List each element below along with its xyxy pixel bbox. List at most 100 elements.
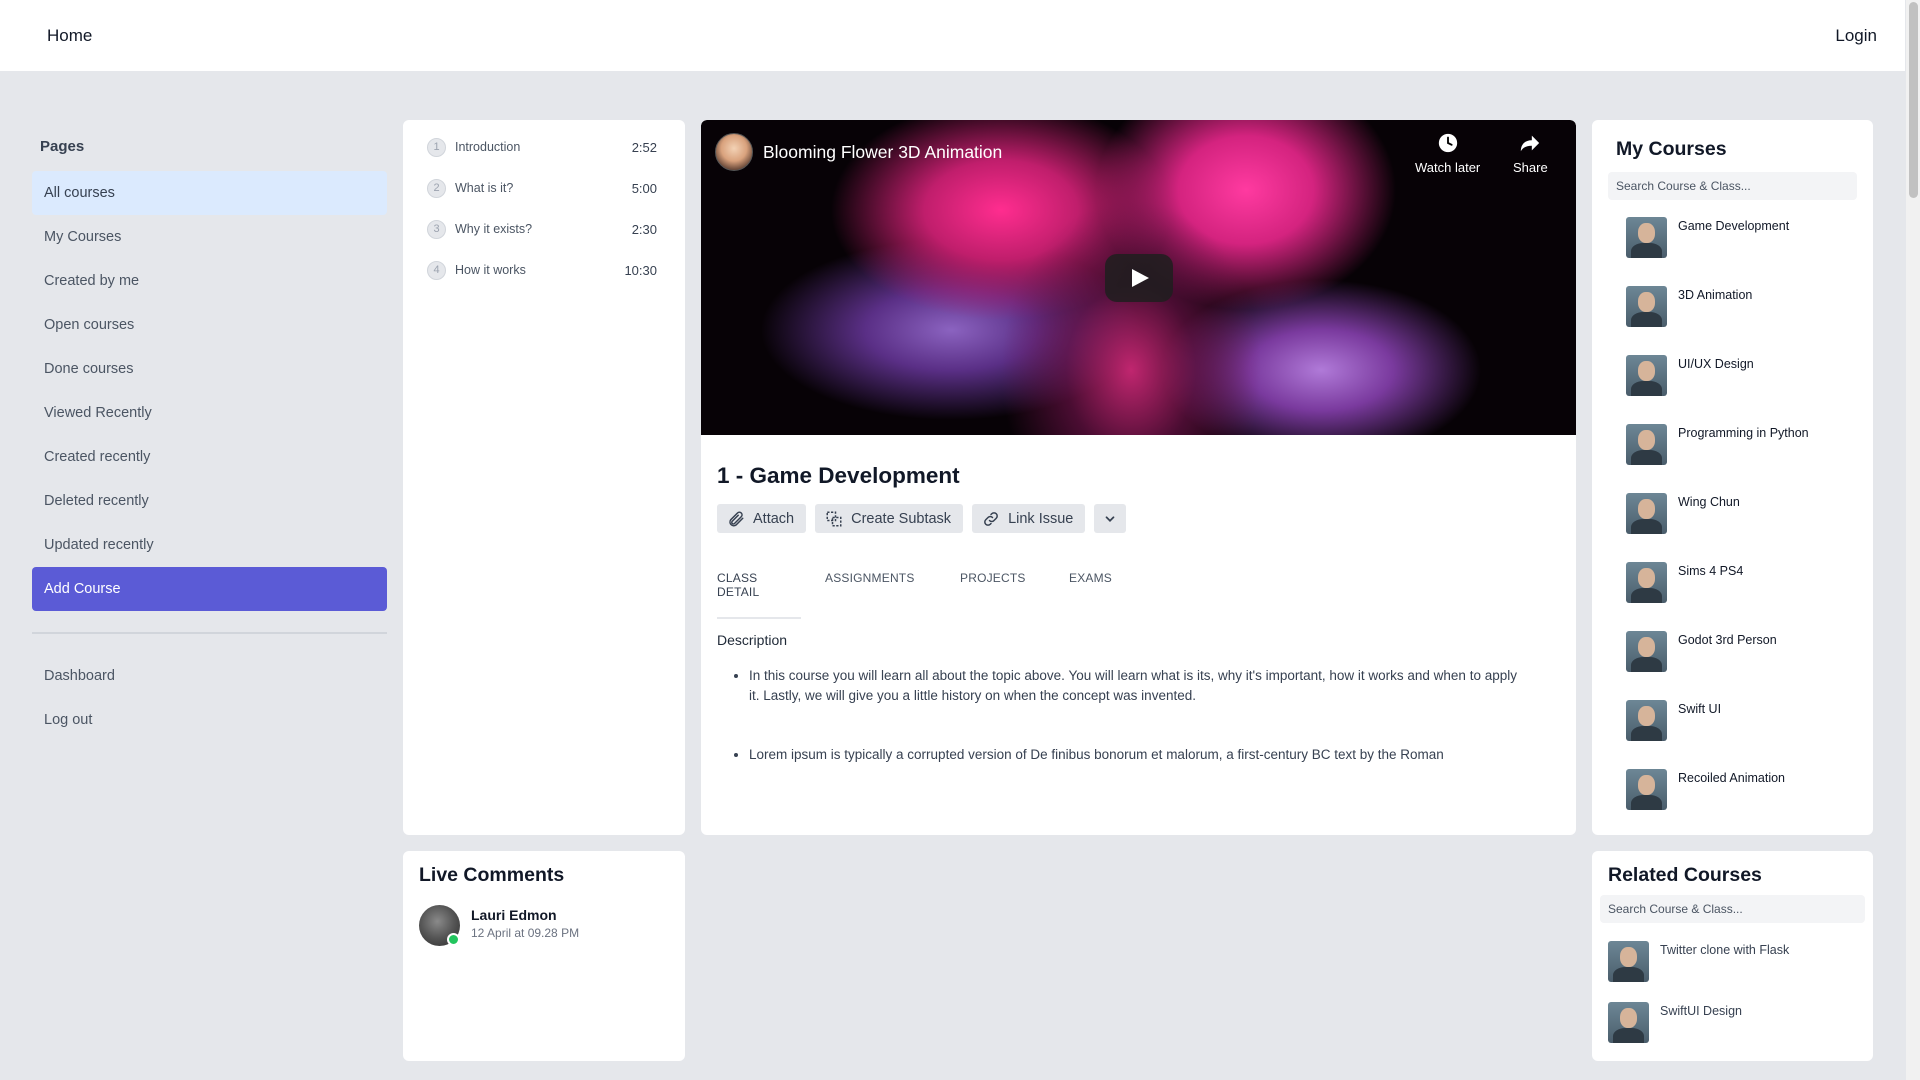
lesson-duration: 10:30 [624,263,657,278]
online-status-dot [447,933,460,946]
course-thumbnail [1626,355,1667,396]
lesson-duration: 2:52 [631,140,657,155]
clock-icon [1438,133,1457,153]
course-main-panel: Blooming Flower 3D Animation Watch later… [701,120,1576,835]
create-subtask-button[interactable]: Create Subtask [815,504,964,533]
link-icon [984,511,998,526]
lesson-title: Introduction [455,140,521,154]
lesson-title: How it works [455,263,526,277]
sidebar-item-all-courses[interactable]: All courses [32,171,387,215]
sidebar-item-created-by-me[interactable]: Created by me [32,259,387,303]
sidebar-divider [32,632,387,634]
course-name: Godot 3rd Person [1678,633,1777,647]
course-item[interactable]: UI/UX Design [1626,355,1754,424]
course-item[interactable]: Swift UI [1626,700,1721,769]
lesson-item[interactable]: 2 What is it? 5:00 [403,179,685,220]
channel-avatar[interactable] [715,133,753,171]
share-button[interactable]: Share [1513,132,1548,175]
course-item[interactable]: Godot 3rd Person [1626,631,1777,700]
play-button[interactable] [1105,254,1173,302]
my-courses-title: My Courses [1616,138,1727,160]
lesson-title: Why it exists? [455,222,533,236]
page-scrollbar[interactable] [1905,0,1920,1080]
course-name: Sims 4 PS4 [1678,564,1744,578]
share-arrow-icon [1521,135,1540,152]
tab-assignments[interactable]: ASSIGNMENTS [825,571,915,585]
my-courses-search-input[interactable] [1608,172,1857,200]
description-item: Lorem ipsum is typically a corrupted ver… [749,745,1523,765]
live-comments-panel: Live Comments Lauri Edmon 12 April at 09… [403,851,685,1061]
related-courses-panel: Related Courses Twitter clone with Flask… [1592,851,1873,1061]
sidebar-heading: Pages [40,138,85,155]
lesson-number: 2 [427,179,446,198]
link-issue-label: Link Issue [1008,510,1074,527]
sidebar: Pages All courses My Courses Created by … [32,120,387,742]
watch-later-label: Watch later [1415,160,1481,175]
course-thumbnail [1626,769,1667,810]
create-subtask-label: Create Subtask [851,510,952,527]
course-item[interactable]: Recoiled Animation [1626,769,1785,838]
lesson-number: 3 [427,220,446,239]
course-item[interactable]: Wing Chun [1626,493,1740,562]
course-item[interactable]: Programming in Python [1626,424,1809,493]
lesson-number: 4 [427,261,446,280]
scrollbar-thumb[interactable] [1909,2,1918,198]
sidebar-item-created-recently[interactable]: Created recently [32,435,387,479]
link-issue-button[interactable]: Link Issue [972,504,1086,533]
watch-later-button[interactable]: Watch later [1415,132,1480,175]
lesson-duration: 5:00 [631,181,657,196]
lesson-item[interactable]: 1 Introduction 2:52 [403,138,685,179]
description-item: In this course you will learn all about … [749,666,1523,705]
sidebar-item-viewed-recently[interactable]: Viewed Recently [32,391,387,435]
lesson-item[interactable]: 4 How it works 10:30 [403,261,685,302]
subtask-icon [826,511,842,526]
paperclip-icon [729,510,744,526]
login-link[interactable]: Login [1835,26,1877,46]
lesson-title: What is it? [455,181,514,195]
lesson-item[interactable]: 3 Why it exists? 2:30 [403,220,685,261]
top-navbar: Home Login [0,0,1905,72]
sidebar-item-done-courses[interactable]: Done courses [32,347,387,391]
video-player[interactable]: Blooming Flower 3D Animation Watch later… [701,120,1576,435]
attach-button[interactable]: Attach [717,504,807,533]
course-thumbnail [1608,1002,1649,1043]
course-tabs: CLASS DETAIL ASSIGNMENTS PROJECTS EXAMS [717,571,1557,619]
course-name: Recoiled Animation [1678,771,1786,785]
course-item[interactable]: Twitter clone with Flask [1608,941,1789,1002]
tab-projects[interactable]: PROJECTS [960,571,1026,585]
sidebar-item-deleted-recently[interactable]: Deleted recently [32,479,387,523]
attach-label: Attach [753,510,795,527]
course-thumbnail [1626,493,1667,534]
sidebar-item-dashboard[interactable]: Dashboard [32,654,387,698]
course-name: Swift UI [1678,702,1722,716]
more-actions-button[interactable] [1094,504,1127,533]
course-name: SwiftUI Design [1660,1004,1742,1018]
course-item[interactable]: SwiftUI Design [1608,1002,1742,1063]
sidebar-item-updated-recently[interactable]: Updated recently [32,523,387,567]
tab-exams[interactable]: EXAMS [1069,571,1112,585]
comment-author[interactable]: Lauri Edmon [471,907,557,923]
my-courses-panel: My Courses Game Development 3D Animation… [1592,120,1873,835]
course-item[interactable]: Sims 4 PS4 [1626,562,1743,631]
sidebar-item-open-courses[interactable]: Open courses [32,303,387,347]
lesson-list: 1 Introduction 2:52 2 What is it? 5:00 3… [403,120,685,835]
my-courses-list: Game Development 3D Animation UI/UX Desi… [1626,217,1809,838]
course-item[interactable]: Game Development [1626,217,1789,286]
related-courses-list: Twitter clone with Flask SwiftUI Design [1608,941,1789,1063]
sidebar-item-log-out[interactable]: Log out [32,698,387,742]
sidebar-item-my-courses[interactable]: My Courses [32,215,387,259]
related-courses-search-input[interactable] [1600,895,1865,923]
course-thumbnail [1626,424,1667,465]
home-link[interactable]: Home [47,26,92,46]
lesson-duration: 2:30 [631,222,657,237]
course-name: 3D Animation [1678,288,1753,302]
course-name: Game Development [1678,219,1790,233]
course-thumbnail [1626,700,1667,741]
lesson-number: 1 [427,138,446,157]
add-course-button[interactable]: Add Course [32,567,387,611]
action-toolbar: Attach Create Subtask Link Issue [717,504,1127,533]
course-item[interactable]: 3D Animation [1626,286,1752,355]
related-courses-title: Related Courses [1608,864,1762,886]
tab-class-detail[interactable]: CLASS DETAIL [717,571,801,619]
video-title[interactable]: Blooming Flower 3D Animation [763,142,1002,163]
